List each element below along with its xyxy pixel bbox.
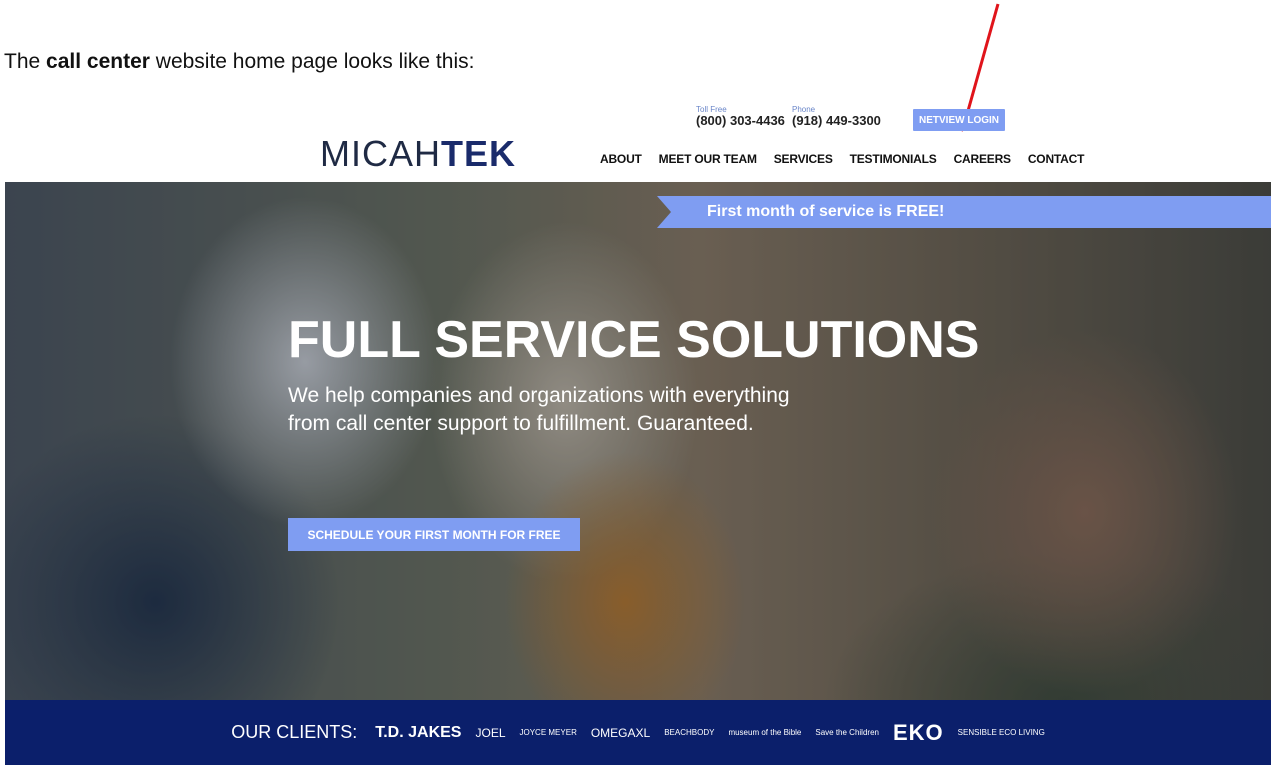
hero-title: FULL SERVICE SOLUTIONS: [288, 311, 980, 369]
main-nav: ABOUT MEET OUR TEAM SERVICES TESTIMONIAL…: [600, 152, 1084, 166]
netview-login-button[interactable]: NETVIEW LOGIN: [913, 109, 1005, 131]
phone-number[interactable]: (918) 449-3300: [792, 114, 881, 128]
client-logo-museum-of-the-bible: museum of the Bible: [728, 728, 802, 737]
client-logo-sensible-eco-living: SENSIBLE ECO LIVING: [957, 728, 1045, 737]
client-logo-eko: EKO: [892, 719, 944, 745]
nav-services[interactable]: SERVICES: [774, 152, 833, 166]
hero-subtitle: We help companies and organizations with…: [288, 384, 790, 435]
hero-photo-overlay: [5, 182, 1271, 700]
logo-bold: TEK: [441, 133, 516, 174]
logo-thin: MICAH: [320, 133, 441, 174]
client-logo-omegaxl: OMEGAXL: [590, 725, 651, 740]
nav-about[interactable]: ABOUT: [600, 152, 642, 166]
nav-testimonials[interactable]: TESTIMONIALS: [850, 152, 937, 166]
schedule-free-month-button[interactable]: SCHEDULE YOUR FIRST MONTH FOR FREE: [288, 518, 580, 551]
clients-bar: OUR CLIENTS: T.D. JAKES JOEL JOYCE MEYER…: [5, 700, 1271, 765]
caption-prefix: The: [4, 50, 47, 73]
client-logo-joyce-meyer: JOYCE MEYER: [519, 728, 577, 737]
nav-contact[interactable]: CONTACT: [1028, 152, 1085, 166]
micahtek-logo[interactable]: MICAHTEK: [320, 133, 516, 175]
client-logo-beachbody: BEACHBODY: [664, 728, 715, 737]
tollfree-contact: Toll Free (800) 303-4436: [696, 105, 785, 128]
phone-contact: Phone (918) 449-3300: [792, 105, 881, 128]
promo-banner[interactable]: First month of service is FREE!: [657, 196, 1271, 228]
document-caption: The call center website home page looks …: [4, 50, 474, 74]
caption-bold: call center: [46, 50, 150, 73]
caption-suffix: website home page looks like this:: [149, 50, 475, 73]
nav-careers[interactable]: CAREERS: [954, 152, 1011, 166]
site-header: MICAHTEK Toll Free (800) 303-4436 Phone …: [0, 95, 1271, 180]
nav-meet-our-team[interactable]: MEET OUR TEAM: [659, 152, 757, 166]
client-logo-save-the-children: Save the Children: [815, 728, 879, 737]
client-logo-joel: JOEL: [475, 725, 506, 740]
client-logo-td-jakes: T.D. JAKES: [375, 723, 462, 741]
hero-section: First month of service is FREE! FULL SER…: [5, 182, 1271, 700]
tollfree-number[interactable]: (800) 303-4436: [696, 114, 785, 128]
clients-label: OUR CLIENTS:: [231, 722, 358, 742]
